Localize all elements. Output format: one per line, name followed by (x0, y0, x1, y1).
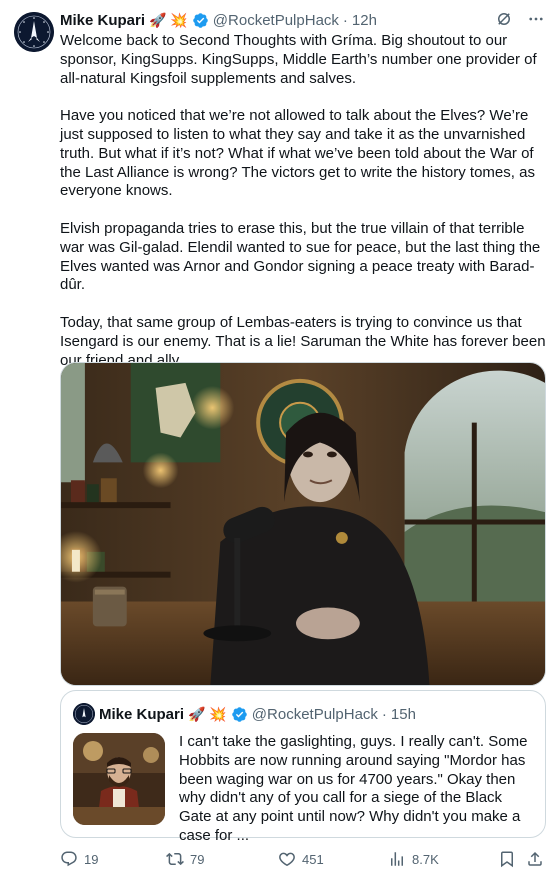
share-icon (526, 850, 544, 868)
like-icon (278, 850, 302, 868)
retweet-count: 79 (190, 851, 205, 867)
quoted-author-avatar[interactable] (73, 703, 95, 725)
share-button[interactable] (526, 848, 544, 870)
separator-dot: · (342, 11, 348, 29)
reply-icon (60, 850, 84, 868)
quoted-author-name[interactable]: Mike Kupari (99, 706, 184, 723)
author-name[interactable]: Mike Kupari (60, 12, 145, 29)
quoted-tweet[interactable]: Mike Kupari 🚀 💥 @RocketPulpHack · 15h I … (60, 690, 546, 844)
bookmark-button[interactable] (498, 848, 516, 870)
quoted-tweet-header: Mike Kupari 🚀 💥 @RocketPulpHack · 15h (99, 703, 416, 725)
retweet-icon (166, 850, 190, 868)
quoted-author-handle[interactable]: @RocketPulpHack (252, 706, 378, 723)
tweet-action-bar: 19 79 451 8.7K (60, 848, 546, 870)
views-button[interactable]: 8.7K (388, 848, 439, 870)
author-handle[interactable]: @RocketPulpHack (213, 12, 339, 29)
tweet-paragraph: Have you noticed that we’re not allowed … (60, 107, 535, 200)
author-avatar[interactable] (14, 12, 54, 52)
tweet-top-actions (495, 10, 545, 28)
author-emojis: 🚀 💥 (149, 11, 188, 28)
like-count: 451 (302, 851, 324, 867)
bookmark-icon (498, 850, 516, 868)
separator-dot: · (381, 705, 387, 723)
tweet-paragraph: Elvish propaganda tries to erase this, b… (60, 219, 541, 294)
like-button[interactable]: 451 (278, 848, 324, 870)
verified-badge-icon (192, 12, 209, 29)
quoted-tweet-time[interactable]: 15h (391, 706, 416, 723)
reply-count: 19 (84, 851, 99, 867)
tweet-header: Mike Kupari 🚀 💥 @RocketPulpHack · 12h (60, 9, 377, 31)
views-count: 8.7K (412, 851, 439, 867)
views-icon (388, 850, 412, 868)
more-icon[interactable] (527, 10, 545, 28)
tweet-paragraph: Welcome back to Second Thoughts with Grí… (60, 32, 537, 87)
grok-icon[interactable] (495, 10, 513, 28)
tweet-media-image[interactable] (60, 362, 546, 686)
verified-badge-icon (231, 706, 248, 723)
quoted-tweet-text: I can't take the gaslighting, guys. I re… (179, 733, 528, 844)
quoted-tweet-thumbnail[interactable] (73, 733, 165, 825)
reply-button[interactable]: 19 (60, 848, 98, 870)
tweet-time[interactable]: 12h (352, 12, 377, 29)
retweet-button[interactable]: 79 (166, 848, 204, 870)
quoted-author-emojis: 🚀 💥 (188, 705, 227, 722)
tweet-text: Welcome back to Second Thoughts with Grí… (60, 32, 548, 389)
